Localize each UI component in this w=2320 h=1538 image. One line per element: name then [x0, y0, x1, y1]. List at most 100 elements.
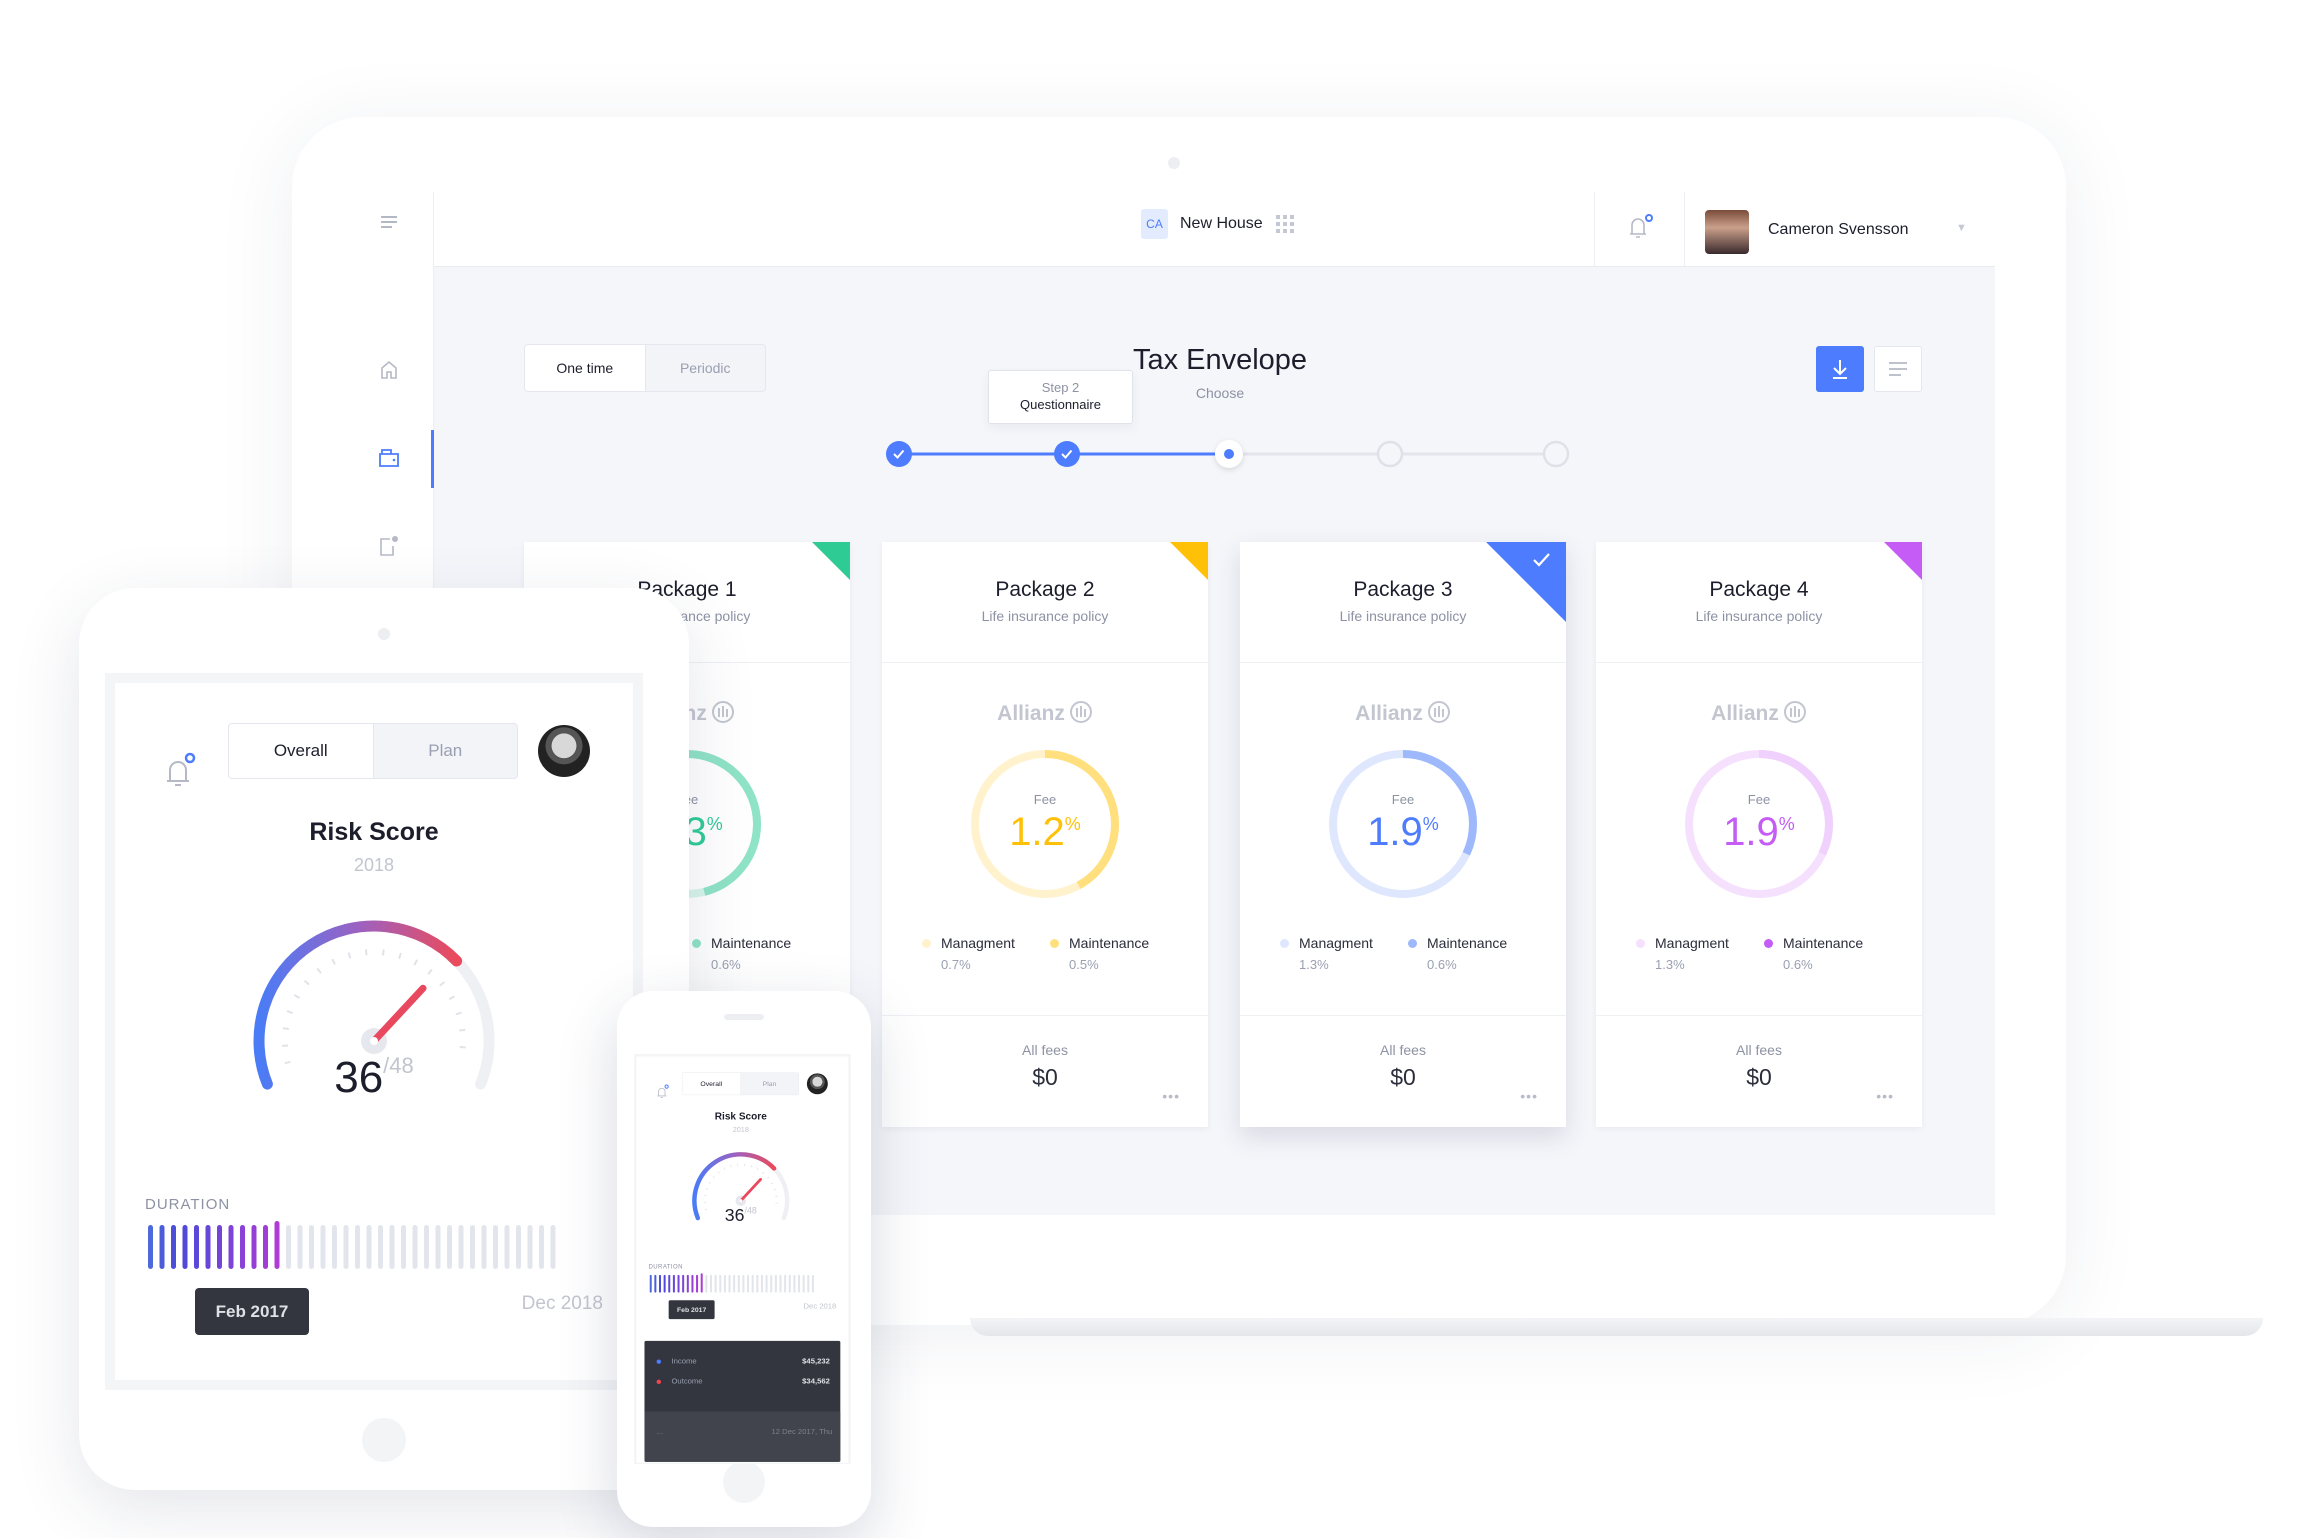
duration-bar	[240, 1225, 245, 1269]
tab-periodic[interactable]: Periodic	[646, 345, 766, 391]
package-card-2[interactable]: Package 2 Life insurance policy Allianz Fee…	[882, 542, 1208, 1127]
duration-bar	[171, 1225, 176, 1269]
gauge-tick	[286, 1010, 294, 1014]
duration-bar	[366, 1225, 372, 1269]
tablet-camera	[378, 628, 390, 640]
package-title: Package 2	[995, 578, 1095, 601]
tab-overall[interactable]: Overall	[682, 1072, 741, 1095]
risk-score-title: Risk Score	[714, 1110, 767, 1123]
corner-flag	[1884, 542, 1922, 580]
package-card-4[interactable]: Package 4 Life insurance policy Allianz Fee…	[1596, 542, 1922, 1127]
cashflow-row: Income $45,232	[656, 1357, 830, 1366]
duration-handle[interactable]	[700, 1273, 703, 1293]
gauge-tick	[439, 981, 446, 987]
tab-plan[interactable]: Plan	[374, 724, 518, 778]
tab-plan[interactable]: Plan	[741, 1073, 799, 1095]
legend-label: Managment	[1299, 935, 1373, 951]
divider	[882, 662, 1208, 663]
step-tooltip: Step 2 Questionnaire	[988, 370, 1133, 424]
duration-bar	[677, 1274, 680, 1293]
menu-icon[interactable]	[374, 207, 404, 237]
duration-tooltip: Feb 2017	[668, 1300, 715, 1320]
home-icon[interactable]	[374, 355, 404, 385]
duration-slider[interactable]	[145, 1213, 565, 1273]
cashflow-row: Outcome $34,562	[656, 1377, 830, 1386]
duration-end-label: Dec 2018	[803, 1302, 837, 1311]
duration-bar	[663, 1274, 666, 1293]
step-1-done[interactable]	[886, 441, 912, 467]
bell-icon[interactable]	[163, 751, 197, 796]
step-5-pending[interactable]	[1542, 440, 1570, 468]
gauge-tick	[413, 959, 419, 966]
more-options-icon[interactable]: •••	[1162, 1088, 1180, 1104]
legend-value: 0.7%	[941, 957, 971, 972]
corner-flag	[812, 542, 850, 580]
grid-icon[interactable]	[1275, 214, 1295, 234]
document-notification-icon[interactable]	[374, 531, 404, 561]
duration-bar	[723, 1274, 726, 1293]
more-options-icon[interactable]: •••	[1876, 1088, 1894, 1104]
header-divider	[1594, 192, 1595, 267]
legend-maintenance: Maintenance 0.6%	[692, 935, 791, 972]
gauge-tick	[427, 968, 433, 975]
step-3-current[interactable]	[1215, 440, 1243, 468]
duration-bar	[728, 1274, 731, 1293]
bell-icon[interactable]	[1624, 212, 1656, 249]
phone-home-button[interactable]	[723, 1461, 765, 1503]
gauge-tick	[316, 967, 322, 974]
step-4-pending[interactable]	[1376, 440, 1404, 468]
fee-value: 1.9%	[1240, 810, 1566, 855]
tab-one-time[interactable]: One time	[525, 345, 646, 391]
download-button[interactable]	[1816, 346, 1864, 392]
user-avatar[interactable]	[806, 1073, 828, 1095]
duration-end-label: Dec 2018	[521, 1293, 603, 1314]
duration-slider[interactable]	[649, 1270, 818, 1294]
all-fees-label: All fees	[1380, 1042, 1426, 1058]
fee-number: 1.2	[1009, 810, 1065, 854]
duration-bar	[251, 1225, 257, 1269]
package-subtitle: Life insurance policy	[1695, 608, 1823, 624]
step-2-done[interactable]	[1054, 441, 1080, 467]
legend-maintenance: Maintenance 0.6%	[1408, 935, 1507, 972]
user-name[interactable]: Cameron Svensson	[1768, 221, 1909, 239]
wallet-icon[interactable]	[374, 443, 404, 473]
duration-bar	[458, 1225, 464, 1269]
project-switcher[interactable]: CA New House	[1141, 209, 1295, 239]
phone-frame: Overall Plan Risk Score 2018 36/48 DURATION Fe…	[617, 991, 871, 1527]
duration-bar	[286, 1225, 291, 1269]
duration-bar	[550, 1225, 556, 1269]
top-header: CA New House Cameron Svensson ▼	[434, 192, 1995, 267]
more-options-icon[interactable]: •••	[1520, 1088, 1538, 1104]
chevron-down-icon[interactable]: ▼	[1956, 222, 1967, 234]
cashflow-value: $34,562	[802, 1377, 830, 1386]
duration-bar	[435, 1225, 441, 1269]
duration-handle[interactable]	[274, 1221, 280, 1269]
risk-score-app: Overall Plan Risk Score 2018 36/48 DURATION Fe…	[105, 673, 643, 1390]
tablet-home-button[interactable]	[362, 1418, 406, 1462]
legend-label: Managment	[1655, 935, 1729, 951]
gauge-tick	[730, 1164, 732, 1168]
duration-bar	[798, 1274, 801, 1293]
duration-bar	[355, 1225, 360, 1269]
legend-label: Managment	[941, 935, 1015, 951]
duration-bar	[424, 1225, 429, 1269]
fee-number: 1.9	[1367, 810, 1423, 854]
page-title: Tax Envelope	[1132, 344, 1308, 376]
duration-bar	[194, 1225, 199, 1269]
fee-unit: %	[1778, 814, 1795, 834]
duration-bar	[493, 1225, 498, 1269]
gauge-tick	[347, 952, 352, 959]
gauge-tick	[717, 1171, 720, 1174]
tab-overall[interactable]: Overall	[229, 724, 374, 778]
menu-button[interactable]	[1874, 346, 1922, 392]
package-card-3[interactable]: Package 3 Life insurance policy Allianz Fee…	[1240, 542, 1566, 1127]
gauge-tick	[750, 1165, 753, 1168]
duration-bar	[309, 1225, 314, 1269]
legend-management: Managment 0.7%	[922, 935, 1015, 972]
gauge-tick	[331, 958, 336, 965]
user-avatar[interactable]	[538, 725, 590, 777]
bell-icon[interactable]	[656, 1084, 670, 1102]
package-subtitle: Life insurance policy	[981, 608, 1109, 624]
more-icon[interactable]: ...	[657, 1428, 663, 1462]
user-avatar[interactable]	[1705, 210, 1749, 254]
